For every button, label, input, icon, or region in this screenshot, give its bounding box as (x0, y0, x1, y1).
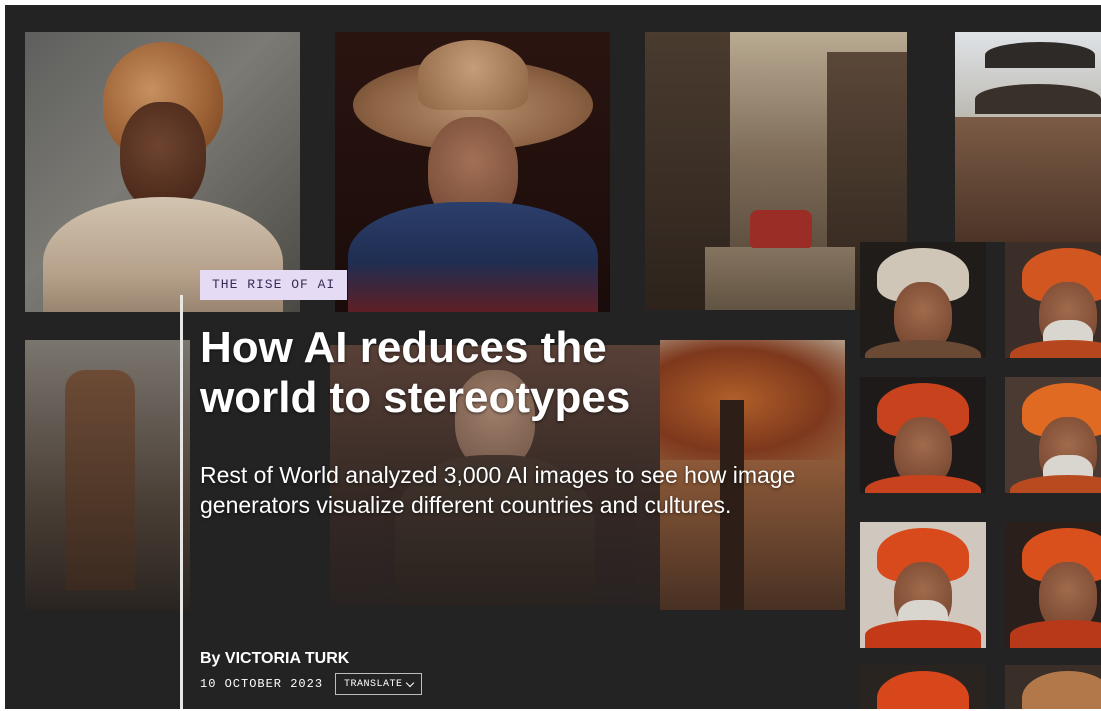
image-portrait-man-4 (1005, 377, 1101, 493)
article-title: How AI reduces the world to stereotypes (200, 323, 631, 422)
image-portrait-man-6 (1005, 522, 1101, 648)
hero-section: THE RISE OF AI How AI reduces the world … (5, 5, 1101, 709)
image-portrait-man-5 (860, 522, 986, 648)
publish-date: 10 OCTOBER 2023 (200, 677, 324, 691)
image-portrait-woman-3 (860, 377, 986, 493)
vertical-rule (180, 295, 183, 709)
image-man-sombrero (335, 32, 610, 312)
chevron-down-icon (405, 678, 414, 687)
translate-label: TRANSLATE (344, 678, 403, 690)
article-dek: Rest of World analyzed 3,000 AI images t… (200, 462, 796, 518)
article-meta: 10 OCTOBER 2023 TRANSLATE (200, 673, 422, 695)
byline[interactable]: By VICTORIA TURK (200, 650, 349, 668)
image-city-scene (25, 340, 190, 610)
image-portrait-man-7 (860, 665, 986, 709)
image-portrait-man-1 (860, 242, 986, 358)
image-portrait-man-8 (1005, 665, 1101, 709)
image-pagoda (955, 32, 1101, 242)
image-portrait-man-2 (1005, 242, 1101, 358)
topic-tag[interactable]: THE RISE OF AI (200, 270, 348, 300)
translate-button[interactable]: TRANSLATE (335, 673, 422, 695)
